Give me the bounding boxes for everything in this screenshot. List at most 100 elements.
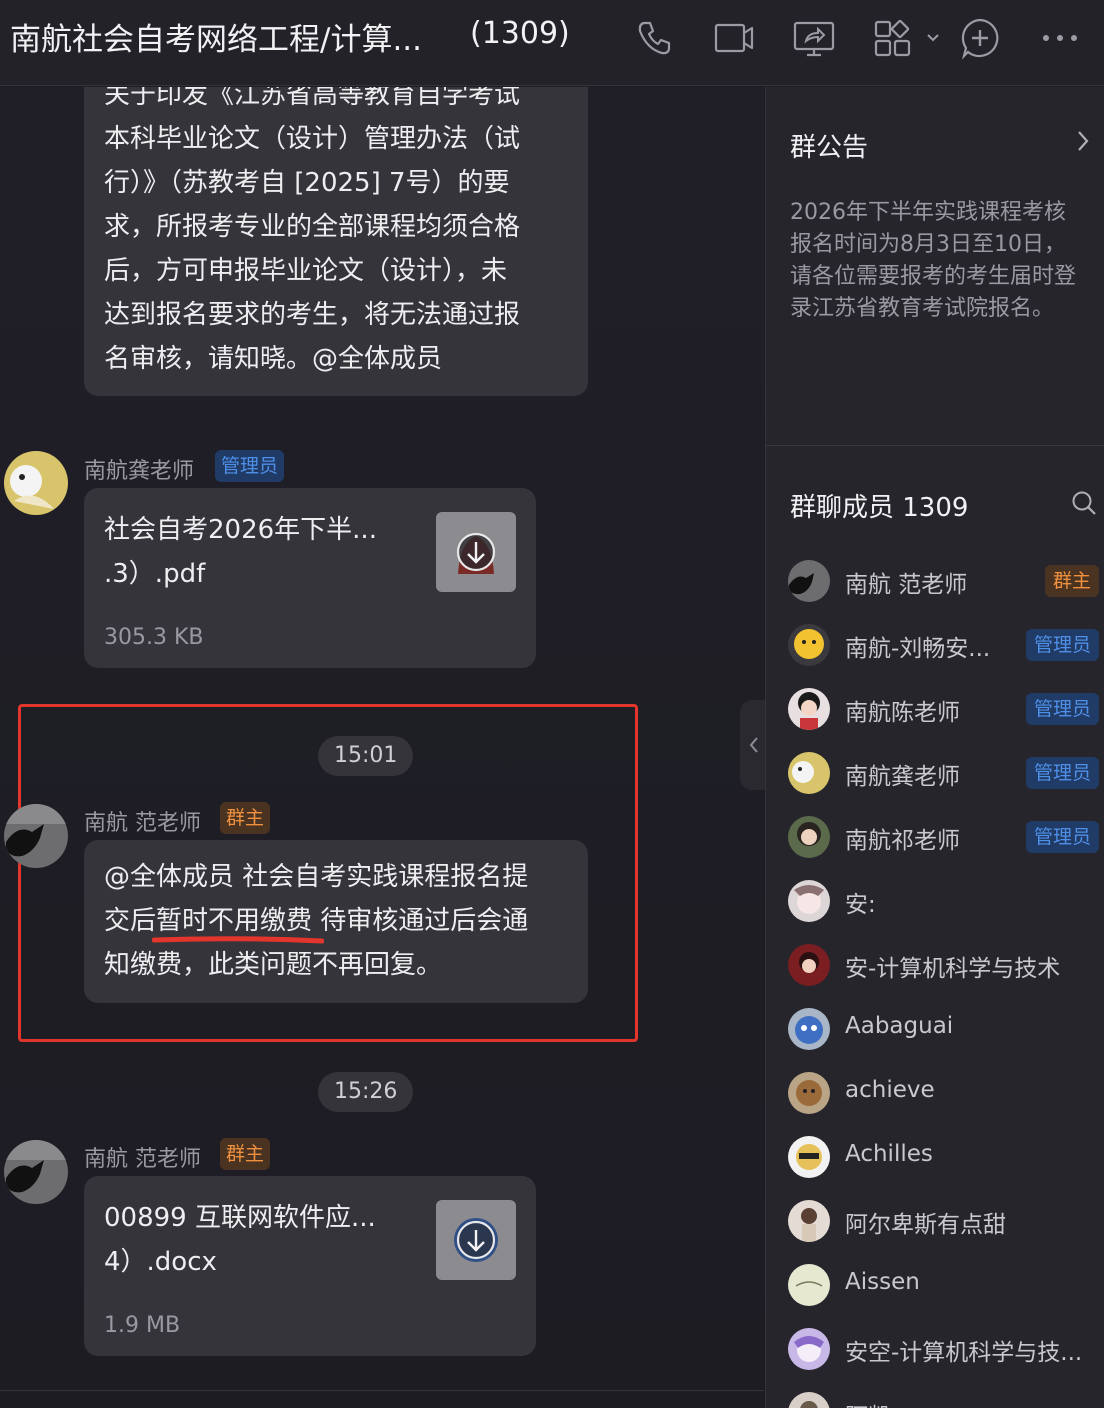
screen-share-icon[interactable] bbox=[792, 16, 836, 60]
announcement-line: 报名时间为8月3日至10日， bbox=[790, 232, 1066, 257]
member-item[interactable]: 南航陈老师 管理员 bbox=[788, 686, 1104, 732]
message-line: 关于印发《江苏省高等教育自学考试 bbox=[104, 87, 521, 110]
chevron-right-icon[interactable] bbox=[1072, 127, 1094, 155]
avatar[interactable] bbox=[4, 451, 68, 515]
announcement-line: 请各位需要报考的考生届时登 bbox=[790, 264, 1077, 289]
member-avatar bbox=[788, 816, 830, 858]
member-item[interactable]: achieve bbox=[788, 1070, 1104, 1116]
member-avatar bbox=[788, 1392, 830, 1408]
member-name: 南航 范老师 bbox=[845, 572, 968, 598]
member-item[interactable]: 南航龚老师 管理员 bbox=[788, 750, 1104, 796]
file-size: 1.9 MB bbox=[104, 1313, 181, 1338]
add-chat-icon[interactable] bbox=[958, 16, 1002, 60]
member-item[interactable]: 安-计算机科学与技术 bbox=[788, 942, 1104, 988]
message-bubble[interactable]: @全体成员 社会自考实践课程报名提 交后暂时不用缴费 待审核通过后会通 知缴费，… bbox=[84, 840, 588, 1003]
message-line: 行）》（苏教考自 [2025] 7号）的要 bbox=[104, 168, 510, 198]
file-name-ext: .3）.pdf bbox=[104, 559, 206, 589]
admin-badge: 管理员 bbox=[215, 450, 285, 482]
member-name: 南航-刘畅安... bbox=[845, 636, 991, 662]
members-title: 群聊成员 1309 bbox=[790, 493, 969, 523]
file-size: 305.3 KB bbox=[104, 625, 204, 650]
member-item[interactable]: 安: bbox=[788, 878, 1104, 924]
group-member-count: (1309) bbox=[470, 16, 570, 51]
message-line: 知缴费，此类问题不再回复。 bbox=[104, 950, 443, 980]
chevron-left-icon bbox=[749, 737, 758, 753]
file-name-ext: 4）.docx bbox=[104, 1247, 217, 1277]
message-line: 后，方可申报毕业论文（设计），未 bbox=[104, 256, 508, 286]
input-divider bbox=[0, 1390, 764, 1391]
pdf-download-icon[interactable] bbox=[436, 512, 516, 592]
owner-badge: 群主 bbox=[220, 802, 271, 834]
timestamp-chip: 15:01 bbox=[318, 736, 414, 776]
member-name: 南航龚老师 bbox=[845, 764, 960, 790]
member-name: Aabaguai bbox=[845, 1013, 954, 1039]
announcement-line: 录江苏省教育考试院报名。 bbox=[790, 296, 1055, 321]
member-name: 南航陈老师 bbox=[845, 700, 960, 726]
member-avatar bbox=[788, 944, 830, 986]
red-underline-mark bbox=[152, 936, 324, 944]
member-avatar bbox=[788, 1072, 830, 1114]
avatar[interactable] bbox=[4, 804, 68, 868]
sender-name[interactable]: 南航龚老师 bbox=[84, 453, 194, 485]
member-avatar bbox=[788, 688, 830, 730]
member-item[interactable]: Aabaguai bbox=[788, 1006, 1104, 1052]
member-avatar bbox=[788, 752, 830, 794]
file-name: 00899 互联网软件应... bbox=[104, 1203, 376, 1233]
announcement-title[interactable]: 群公告 bbox=[790, 127, 868, 164]
member-item[interactable]: 阿尔卑斯有点甜 bbox=[788, 1198, 1104, 1244]
message-line: @全体成员 社会自考实践课程报名提 bbox=[104, 862, 529, 892]
member-item[interactable]: Achilles bbox=[788, 1134, 1104, 1180]
member-item[interactable]: 阿凯 bbox=[788, 1390, 1104, 1408]
file-message[interactable]: 00899 互联网软件应... 4）.docx 1.9 MB bbox=[84, 1176, 536, 1356]
member-avatar bbox=[788, 560, 830, 602]
file-message[interactable]: 社会自考2026年下半... .3）.pdf 305.3 KB bbox=[84, 488, 536, 668]
video-call-icon[interactable] bbox=[712, 16, 756, 60]
member-item[interactable]: 南航祁老师 管理员 bbox=[788, 814, 1104, 860]
member-name: 安空-计算机科学与技... bbox=[845, 1340, 1083, 1366]
avatar[interactable] bbox=[4, 1140, 68, 1204]
member-avatar bbox=[788, 880, 830, 922]
sender-name[interactable]: 南航 范老师 bbox=[84, 1141, 201, 1173]
panel-divider bbox=[766, 445, 1104, 446]
group-info-panel: 群公告 2026年下半年实践课程考核 报名时间为8月3日至10日， 请各位需要报… bbox=[765, 87, 1104, 1408]
message-line: 达到报名要求的考生，将无法通过报 bbox=[104, 300, 521, 330]
member-name: 阿凯 bbox=[845, 1397, 891, 1408]
phone-icon[interactable] bbox=[632, 16, 676, 60]
member-item[interactable]: Aissen bbox=[788, 1262, 1104, 1308]
chat-message-list[interactable]: 关于印发《江苏省高等教育自学考试 本科毕业论文（设计）管理办法（试 行）》（苏教… bbox=[0, 87, 764, 1408]
admin-badge: 管理员 bbox=[1025, 757, 1099, 789]
member-avatar bbox=[788, 1328, 830, 1370]
more-icon[interactable] bbox=[1038, 16, 1082, 60]
member-name: 南航祁老师 bbox=[845, 828, 960, 854]
chat-header: 南航社会自考网络工程/计算... (1309) bbox=[0, 0, 1104, 86]
member-item[interactable]: 南航 范老师 群主 bbox=[788, 558, 1104, 604]
member-name: achieve bbox=[845, 1077, 935, 1103]
collapse-panel-button[interactable] bbox=[740, 700, 766, 790]
admin-badge: 管理员 bbox=[1025, 629, 1099, 661]
member-avatar bbox=[788, 1200, 830, 1242]
member-name: Achilles bbox=[845, 1141, 933, 1167]
admin-badge: 管理员 bbox=[1025, 821, 1099, 853]
message-bubble[interactable]: 关于印发《江苏省高等教育自学考试 本科毕业论文（设计）管理办法（试 行）》（苏教… bbox=[84, 87, 588, 396]
member-name: 阿尔卑斯有点甜 bbox=[845, 1212, 1006, 1238]
docx-download-icon[interactable] bbox=[436, 1200, 516, 1280]
member-avatar bbox=[788, 624, 830, 666]
member-item[interactable]: 安空-计算机科学与技... bbox=[788, 1326, 1104, 1372]
message-line: 名审核，请知晓。@全体成员 bbox=[104, 344, 443, 374]
admin-badge: 管理员 bbox=[1025, 693, 1099, 725]
owner-badge: 群主 bbox=[220, 1138, 271, 1170]
member-name: Aissen bbox=[845, 1269, 920, 1295]
member-item[interactable]: 南航-刘畅安... 管理员 bbox=[788, 622, 1104, 668]
message-line: 本科毕业论文（设计）管理办法（试 bbox=[104, 124, 521, 154]
member-name: 安-计算机科学与技术 bbox=[845, 956, 1061, 982]
search-icon[interactable] bbox=[1070, 489, 1098, 517]
owner-badge: 群主 bbox=[1044, 565, 1099, 597]
member-avatar bbox=[788, 1264, 830, 1306]
message-line: 求，所报考专业的全部课程均须合格 bbox=[104, 212, 521, 242]
file-name: 社会自考2026年下半... bbox=[104, 515, 377, 545]
group-title[interactable]: 南航社会自考网络工程/计算... bbox=[10, 14, 430, 59]
announcement-text[interactable]: 2026年下半年实践课程考核 报名时间为8月3日至10日， 请各位需要报考的考生… bbox=[790, 197, 1104, 325]
member-name: 安: bbox=[845, 892, 876, 918]
sender-name[interactable]: 南航 范老师 bbox=[84, 805, 201, 837]
apps-grid-icon[interactable] bbox=[872, 16, 944, 60]
